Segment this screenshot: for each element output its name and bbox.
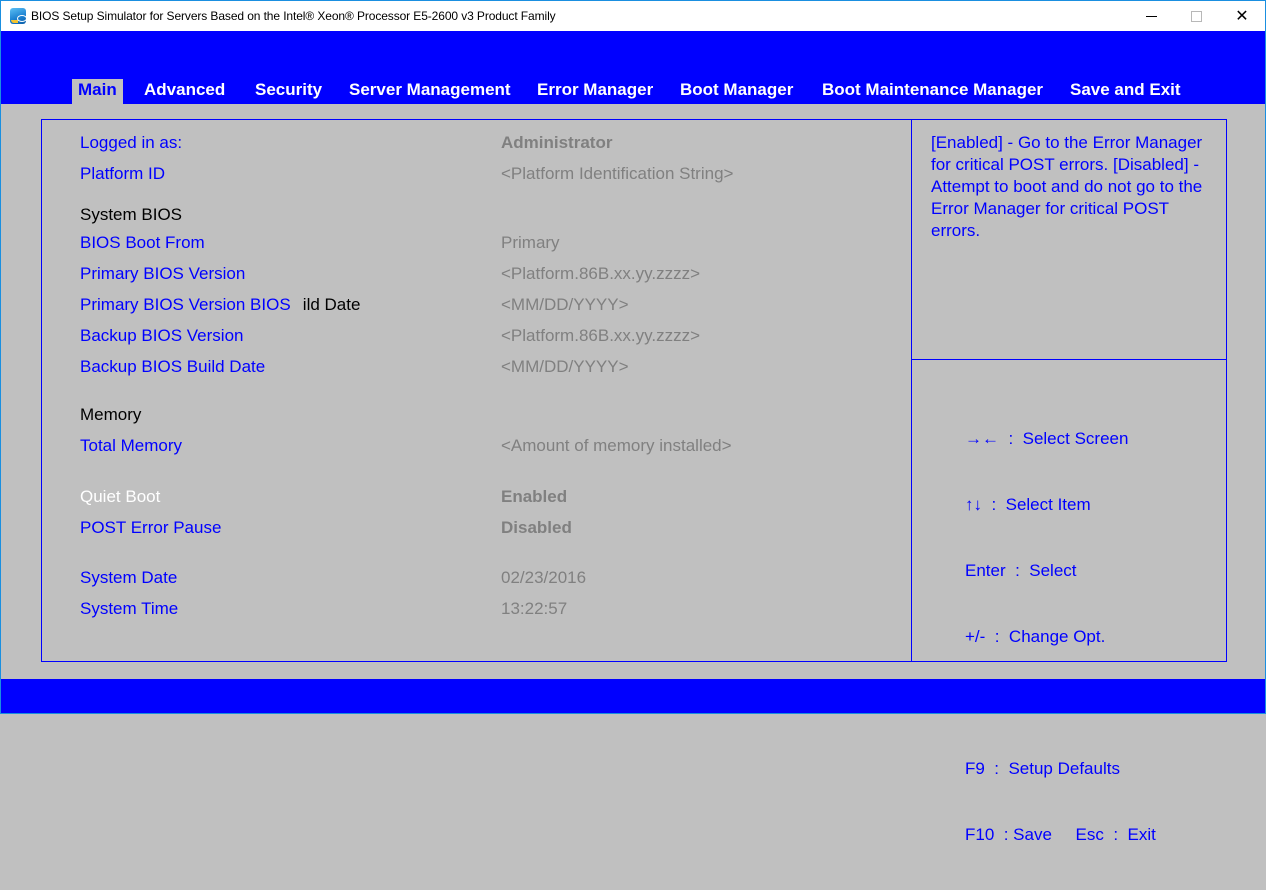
backup-bios-build-date-label: Backup BIOS Build Date — [80, 357, 266, 376]
window-title: BIOS Setup Simulator for Servers Based o… — [31, 9, 556, 23]
post-error-pause-label[interactable]: POST Error Pause — [80, 518, 221, 538]
memory-heading: Memory — [80, 405, 142, 424]
primary-bios-build-date-label: Primary BIOS Version BIOS — [80, 295, 291, 314]
system-bios-heading: System BIOS — [80, 205, 183, 224]
maximize-icon — [1190, 10, 1202, 22]
key-enter: Enter : Select — [965, 561, 1077, 580]
tab-advanced[interactable]: Advanced — [138, 79, 231, 104]
system-time-label[interactable]: System Time — [80, 599, 178, 619]
quiet-boot-value[interactable]: Enabled — [501, 487, 567, 507]
key-legend: →← : Select Screen ↑↓ : Select Item Ente… — [965, 384, 1156, 890]
bios-boot-from-label: BIOS Boot From — [80, 233, 205, 252]
key-select-item: ↑↓ : Select Item — [965, 495, 1091, 514]
title-bar: BIOS Setup Simulator for Servers Based o… — [1, 1, 1265, 31]
primary-bios-build-date-value: <MM/DD/YYYY> — [501, 295, 629, 314]
overflow-text: Build Date — [302, 295, 361, 314]
platform-id-value: <Platform Identification String> — [501, 164, 734, 183]
system-date-label[interactable]: System Date — [80, 568, 177, 588]
bios-boot-from-value: Primary — [501, 233, 560, 252]
help-text: [Enabled] - Go to the Error Manager for … — [931, 133, 1203, 240]
panel-divider-horizontal — [911, 359, 1227, 360]
tab-boot-maintenance-manager[interactable]: Boot Maintenance Manager — [816, 79, 1049, 104]
tab-server-management[interactable]: Server Management — [343, 79, 517, 104]
key-setup-defaults: F9 : Setup Defaults — [965, 759, 1120, 778]
key-select-screen: →← : Select Screen — [965, 429, 1129, 448]
tab-main[interactable]: Main — [72, 79, 123, 104]
system-time-value[interactable]: 13:22:57 — [501, 599, 567, 619]
backup-bios-build-date-value: <MM/DD/YYYY> — [501, 357, 629, 376]
backup-bios-version-value: <Platform.86B.xx.yy.zzzz> — [501, 326, 701, 345]
panel-divider-vertical — [911, 119, 912, 662]
tab-security[interactable]: Security — [249, 79, 328, 104]
key-change-opt: +/- : Change Opt. — [965, 627, 1106, 646]
system-date-value[interactable]: 02/23/2016 — [501, 568, 586, 588]
key-save-exit: F10 : Save Esc : Exit — [965, 825, 1156, 844]
primary-bios-build-date-overflow: Build Date — [302, 295, 374, 315]
tab-bar: Main Advanced Security Server Management… — [1, 31, 1265, 104]
backup-bios-version-label: Backup BIOS Version — [80, 326, 244, 345]
intel-app-icon — [10, 8, 27, 24]
minimize-button[interactable] — [1128, 1, 1174, 31]
post-error-pause-value[interactable]: Disabled — [501, 518, 572, 538]
quiet-boot-label[interactable]: Quiet Boot — [80, 487, 160, 507]
bios-window: BIOS Setup Simulator for Servers Based o… — [0, 0, 1266, 844]
close-icon: ✕ — [1235, 8, 1249, 25]
primary-bios-version-value: <Platform.86B.xx.yy.zzzz> — [501, 264, 701, 283]
tab-save-and-exit[interactable]: Save and Exit — [1064, 79, 1187, 104]
total-memory-label: Total Memory — [80, 436, 183, 455]
maximize-button[interactable] — [1173, 1, 1219, 31]
logged-in-label: Logged in as: — [80, 133, 183, 152]
minimize-icon — [1145, 15, 1157, 17]
primary-bios-version-label: Primary BIOS Version — [80, 264, 246, 283]
tab-boot-manager[interactable]: Boot Manager — [674, 79, 799, 104]
total-memory-value: <Amount of memory installed> — [501, 436, 732, 455]
close-button[interactable]: ✕ — [1219, 1, 1265, 31]
footer-bar — [1, 679, 1265, 713]
tab-error-manager[interactable]: Error Manager — [531, 79, 659, 104]
platform-id-label: Platform ID — [80, 164, 166, 183]
logged-in-value: Administrator — [501, 133, 613, 152]
